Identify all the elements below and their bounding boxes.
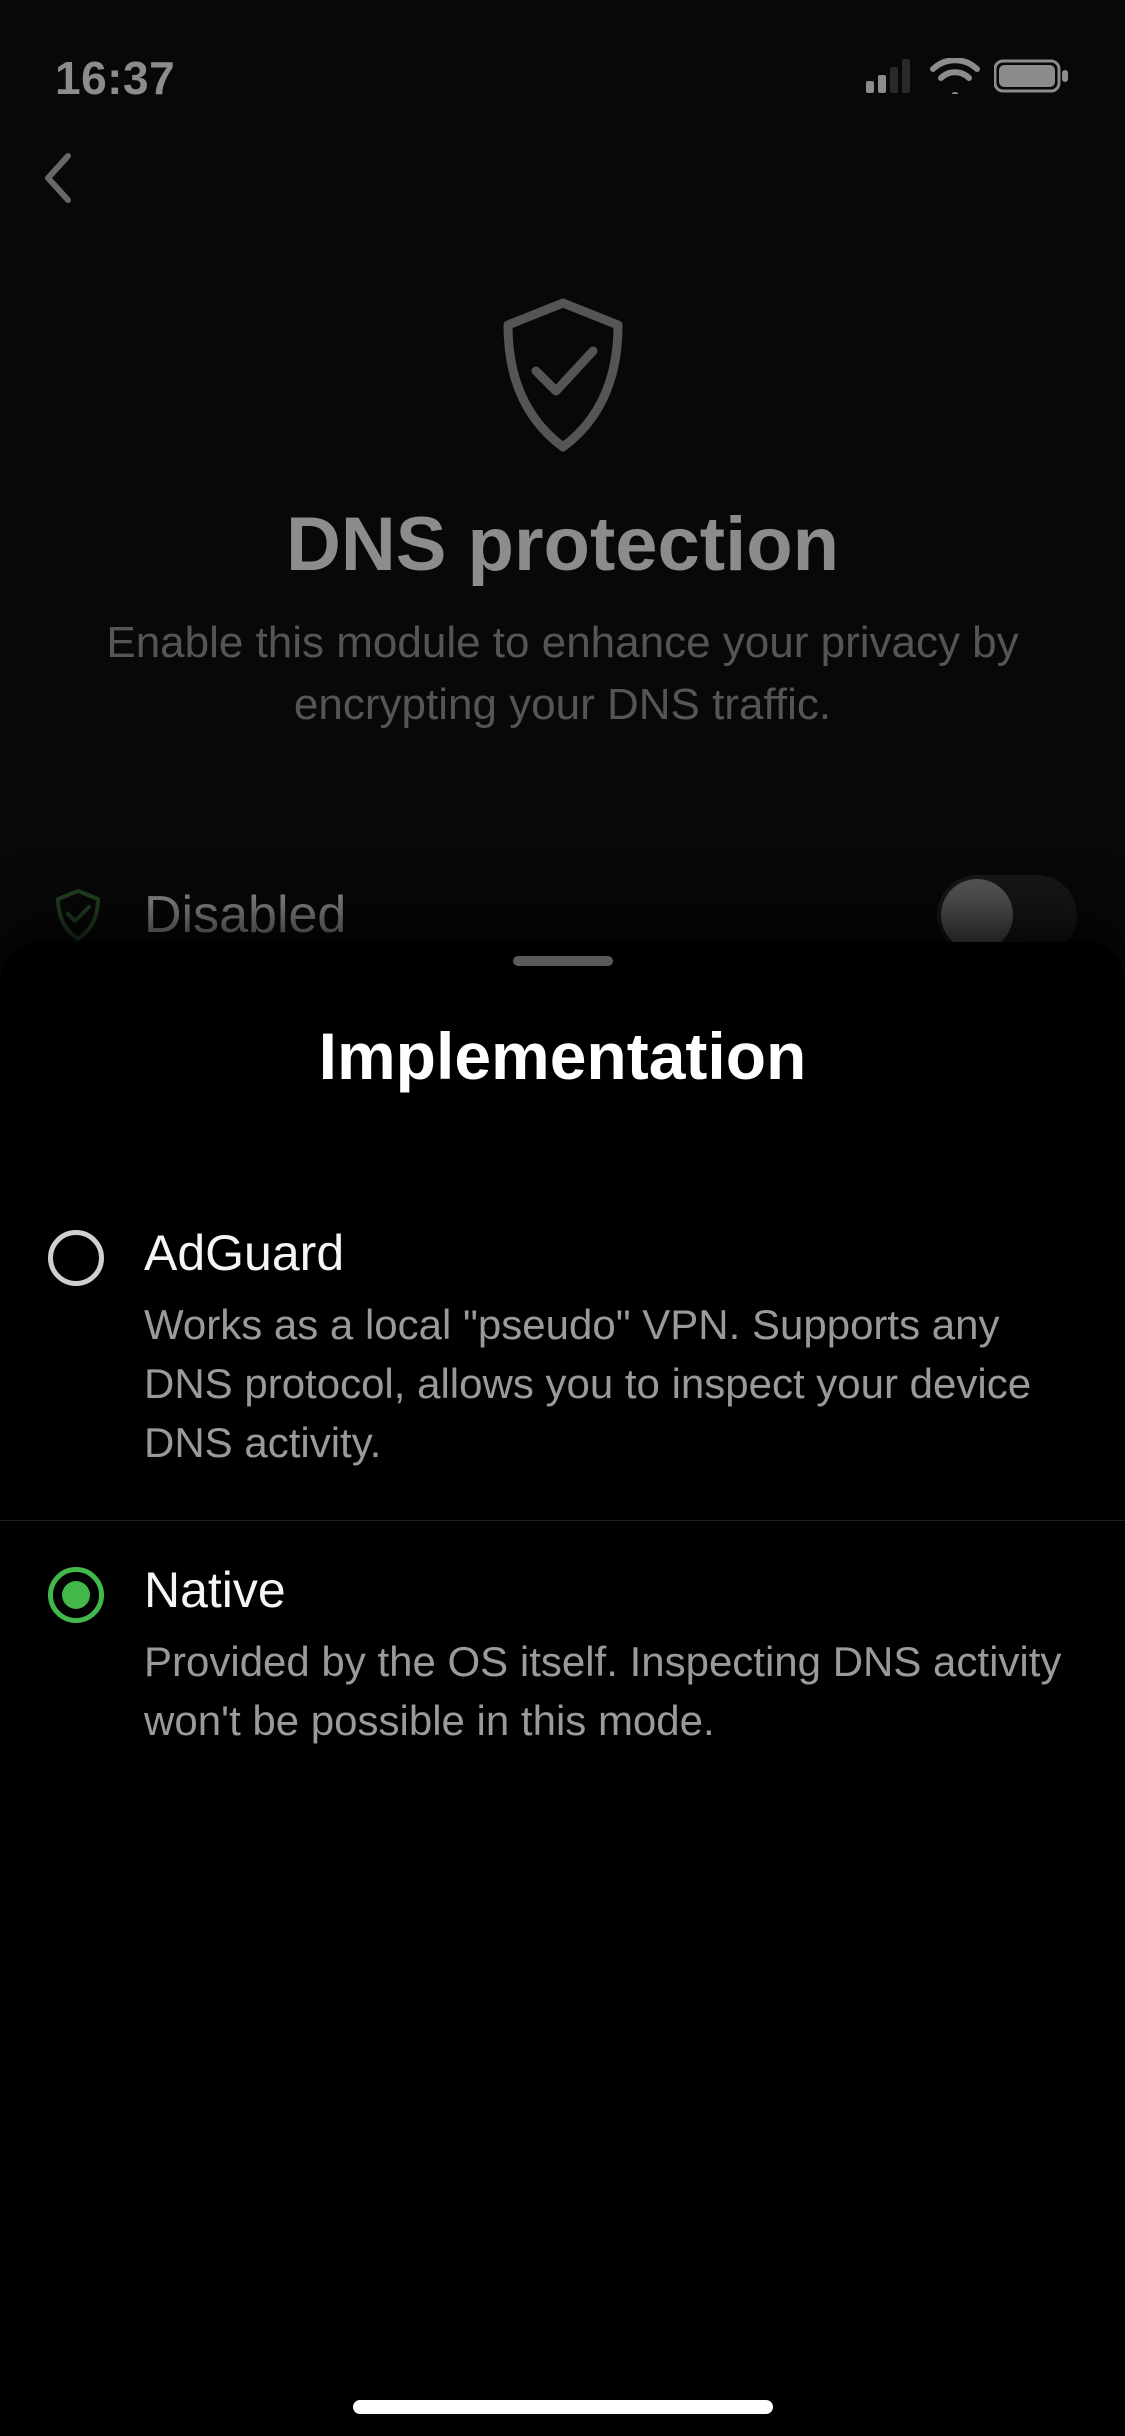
option-adguard[interactable]: AdGuard Works as a local "pseudo" VPN. S… bbox=[0, 1184, 1125, 1521]
toggle-knob bbox=[941, 879, 1013, 951]
cellular-icon bbox=[866, 59, 916, 98]
status-bar: 16:37 bbox=[0, 0, 1125, 120]
hero: DNS protection Enable this module to enh… bbox=[0, 221, 1125, 775]
option-description: Provided by the OS itself. Inspecting DN… bbox=[144, 1633, 1077, 1751]
shield-small-icon bbox=[48, 887, 108, 943]
option-title: AdGuard bbox=[144, 1224, 1077, 1282]
status-time: 16:37 bbox=[55, 51, 175, 105]
status-icons bbox=[866, 58, 1070, 99]
radio-unselected-icon bbox=[48, 1230, 104, 1286]
sheet-title: Implementation bbox=[0, 966, 1125, 1184]
implementation-sheet: Implementation AdGuard Works as a local … bbox=[0, 942, 1125, 2436]
home-indicator[interactable] bbox=[353, 2400, 773, 2414]
wifi-icon bbox=[930, 58, 980, 99]
option-description: Works as a local "pseudo" VPN. Supports … bbox=[144, 1296, 1077, 1472]
back-chevron-icon[interactable] bbox=[40, 193, 76, 210]
shield-check-icon bbox=[478, 291, 648, 461]
battery-icon bbox=[994, 58, 1070, 99]
radio-selected-icon bbox=[48, 1567, 104, 1623]
sheet-grabber[interactable] bbox=[513, 956, 613, 966]
option-title: Native bbox=[144, 1561, 1077, 1619]
dns-toggle-label: Disabled bbox=[144, 885, 901, 945]
nav-bar bbox=[0, 120, 1125, 221]
page-subtitle: Enable this module to enhance your priva… bbox=[70, 612, 1055, 735]
page-title: DNS protection bbox=[70, 501, 1055, 588]
option-native[interactable]: Native Provided by the OS itself. Inspec… bbox=[0, 1521, 1125, 1799]
